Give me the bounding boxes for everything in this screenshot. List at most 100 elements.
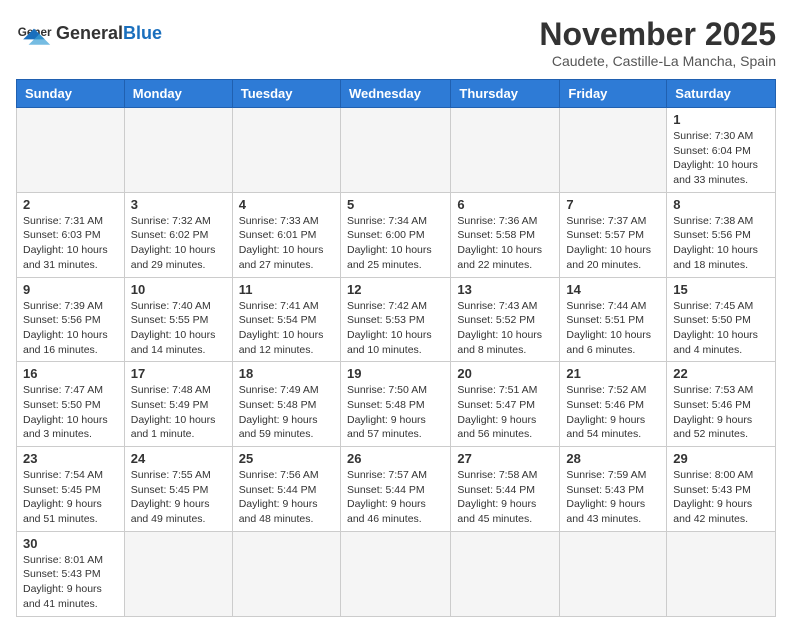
calendar-cell: [451, 108, 560, 193]
day-number: 21: [566, 366, 660, 381]
day-info: Sunrise: 7:41 AM Sunset: 5:54 PM Dayligh…: [239, 299, 334, 358]
calendar-cell: [340, 531, 450, 616]
weekday-header-row: SundayMondayTuesdayWednesdayThursdayFrid…: [17, 80, 776, 108]
calendar-cell: 27 Sunrise: 7:58 AM Sunset: 5:44 PM Dayli…: [451, 447, 560, 532]
calendar-cell: 22 Sunrise: 7:53 AM Sunset: 5:46 PM Dayli…: [667, 362, 776, 447]
calendar-cell: 30 Sunrise: 8:01 AM Sunset: 5:43 PM Dayli…: [17, 531, 125, 616]
weekday-header-sunday: Sunday: [17, 80, 125, 108]
day-info: Sunrise: 7:43 AM Sunset: 5:52 PM Dayligh…: [457, 299, 553, 358]
day-info: Sunrise: 7:36 AM Sunset: 5:58 PM Dayligh…: [457, 214, 553, 273]
day-number: 4: [239, 197, 334, 212]
calendar-cell: 4 Sunrise: 7:33 AM Sunset: 6:01 PM Daylig…: [232, 192, 340, 277]
day-info: Sunrise: 7:49 AM Sunset: 5:48 PM Dayligh…: [239, 383, 334, 442]
weekday-header-monday: Monday: [124, 80, 232, 108]
calendar-cell: 16Sunrise: 7:47 AM Sunset: 5:50 PM Dayli…: [17, 362, 125, 447]
day-number: 10: [131, 282, 226, 297]
calendar-cell: 25Sunrise: 7:56 AM Sunset: 5:44 PM Dayli…: [232, 447, 340, 532]
weekday-header-wednesday: Wednesday: [340, 80, 450, 108]
day-number: 27: [457, 451, 553, 466]
day-info: Sunrise: 7:57 AM Sunset: 5:44 PM Dayligh…: [347, 468, 444, 527]
calendar-cell: 26 Sunrise: 7:57 AM Sunset: 5:44 PM Dayli…: [340, 447, 450, 532]
calendar-cell: 5Sunrise: 7:34 AM Sunset: 6:00 PM Daylig…: [340, 192, 450, 277]
calendar-cell: 20 Sunrise: 7:51 AM Sunset: 5:47 PM Dayli…: [451, 362, 560, 447]
page-header: General GeneralBlue November 2025 Caudet…: [16, 16, 776, 69]
calendar-table: SundayMondayTuesdayWednesdayThursdayFrid…: [16, 79, 776, 617]
calendar-cell: 11 Sunrise: 7:41 AM Sunset: 5:54 PM Dayli…: [232, 277, 340, 362]
calendar-week-5: 30 Sunrise: 8:01 AM Sunset: 5:43 PM Dayli…: [17, 531, 776, 616]
day-info: Sunrise: 7:40 AM Sunset: 5:55 PM Dayligh…: [131, 299, 226, 358]
calendar-cell: 19Sunrise: 7:50 AM Sunset: 5:48 PM Dayli…: [340, 362, 450, 447]
calendar-cell: 12Sunrise: 7:42 AM Sunset: 5:53 PM Dayli…: [340, 277, 450, 362]
day-info: Sunrise: 7:56 AM Sunset: 5:44 PM Dayligh…: [239, 468, 334, 527]
day-number: 19: [347, 366, 444, 381]
calendar-cell: [560, 531, 667, 616]
day-number: 26: [347, 451, 444, 466]
logo-blue: Blue: [123, 23, 162, 43]
day-number: 22: [673, 366, 769, 381]
day-number: 23: [23, 451, 118, 466]
calendar-cell: 1 Sunrise: 7:30 AM Sunset: 6:04 PM Daylig…: [667, 108, 776, 193]
day-number: 17: [131, 366, 226, 381]
calendar-cell: [451, 531, 560, 616]
weekday-header-tuesday: Tuesday: [232, 80, 340, 108]
day-info: Sunrise: 8:00 AM Sunset: 5:43 PM Dayligh…: [673, 468, 769, 527]
calendar-cell: 24Sunrise: 7:55 AM Sunset: 5:45 PM Dayli…: [124, 447, 232, 532]
calendar-cell: 7Sunrise: 7:37 AM Sunset: 5:57 PM Daylig…: [560, 192, 667, 277]
calendar-cell: [17, 108, 125, 193]
day-info: Sunrise: 7:33 AM Sunset: 6:01 PM Dayligh…: [239, 214, 334, 273]
calendar-cell: 14Sunrise: 7:44 AM Sunset: 5:51 PM Dayli…: [560, 277, 667, 362]
day-number: 24: [131, 451, 226, 466]
calendar-cell: 9 Sunrise: 7:39 AM Sunset: 5:56 PM Daylig…: [17, 277, 125, 362]
day-number: 28: [566, 451, 660, 466]
day-info: Sunrise: 7:30 AM Sunset: 6:04 PM Dayligh…: [673, 129, 769, 188]
day-info: Sunrise: 7:45 AM Sunset: 5:50 PM Dayligh…: [673, 299, 769, 358]
day-info: Sunrise: 7:53 AM Sunset: 5:46 PM Dayligh…: [673, 383, 769, 442]
day-number: 20: [457, 366, 553, 381]
calendar-cell: [560, 108, 667, 193]
day-number: 5: [347, 197, 444, 212]
day-info: Sunrise: 7:38 AM Sunset: 5:56 PM Dayligh…: [673, 214, 769, 273]
day-info: Sunrise: 7:59 AM Sunset: 5:43 PM Dayligh…: [566, 468, 660, 527]
calendar-cell: [232, 531, 340, 616]
day-number: 2: [23, 197, 118, 212]
calendar-cell: 17Sunrise: 7:48 AM Sunset: 5:49 PM Dayli…: [124, 362, 232, 447]
day-number: 16: [23, 366, 118, 381]
calendar-cell: 18Sunrise: 7:49 AM Sunset: 5:48 PM Dayli…: [232, 362, 340, 447]
month-title: November 2025: [539, 16, 776, 53]
calendar-cell: [124, 108, 232, 193]
day-number: 14: [566, 282, 660, 297]
day-number: 13: [457, 282, 553, 297]
day-info: Sunrise: 7:39 AM Sunset: 5:56 PM Dayligh…: [23, 299, 118, 358]
day-info: Sunrise: 7:52 AM Sunset: 5:46 PM Dayligh…: [566, 383, 660, 442]
calendar-week-3: 16Sunrise: 7:47 AM Sunset: 5:50 PM Dayli…: [17, 362, 776, 447]
day-info: Sunrise: 7:58 AM Sunset: 5:44 PM Dayligh…: [457, 468, 553, 527]
calendar-cell: 21 Sunrise: 7:52 AM Sunset: 5:46 PM Dayli…: [560, 362, 667, 447]
day-info: Sunrise: 7:37 AM Sunset: 5:57 PM Dayligh…: [566, 214, 660, 273]
calendar-cell: 15 Sunrise: 7:45 AM Sunset: 5:50 PM Dayli…: [667, 277, 776, 362]
day-number: 3: [131, 197, 226, 212]
calendar-cell: 23Sunrise: 7:54 AM Sunset: 5:45 PM Dayli…: [17, 447, 125, 532]
calendar-week-2: 9 Sunrise: 7:39 AM Sunset: 5:56 PM Daylig…: [17, 277, 776, 362]
day-number: 15: [673, 282, 769, 297]
day-number: 9: [23, 282, 118, 297]
calendar-cell: 6Sunrise: 7:36 AM Sunset: 5:58 PM Daylig…: [451, 192, 560, 277]
calendar-cell: 8Sunrise: 7:38 AM Sunset: 5:56 PM Daylig…: [667, 192, 776, 277]
logo-general: General: [56, 23, 123, 43]
calendar-week-4: 23Sunrise: 7:54 AM Sunset: 5:45 PM Dayli…: [17, 447, 776, 532]
logo: General GeneralBlue: [16, 16, 162, 52]
calendar-cell: 10 Sunrise: 7:40 AM Sunset: 5:55 PM Dayli…: [124, 277, 232, 362]
day-info: Sunrise: 7:51 AM Sunset: 5:47 PM Dayligh…: [457, 383, 553, 442]
location-subtitle: Caudete, Castille-La Mancha, Spain: [539, 53, 776, 69]
day-number: 12: [347, 282, 444, 297]
day-info: Sunrise: 7:32 AM Sunset: 6:02 PM Dayligh…: [131, 214, 226, 273]
calendar-cell: 29Sunrise: 8:00 AM Sunset: 5:43 PM Dayli…: [667, 447, 776, 532]
calendar-cell: [667, 531, 776, 616]
day-number: 30: [23, 536, 118, 551]
day-number: 1: [673, 112, 769, 127]
day-number: 11: [239, 282, 334, 297]
day-info: Sunrise: 8:01 AM Sunset: 5:43 PM Dayligh…: [23, 553, 118, 612]
calendar-cell: [124, 531, 232, 616]
title-area: November 2025 Caudete, Castille-La Manch…: [539, 16, 776, 69]
calendar-cell: 3 Sunrise: 7:32 AM Sunset: 6:02 PM Daylig…: [124, 192, 232, 277]
calendar-week-0: 1 Sunrise: 7:30 AM Sunset: 6:04 PM Daylig…: [17, 108, 776, 193]
